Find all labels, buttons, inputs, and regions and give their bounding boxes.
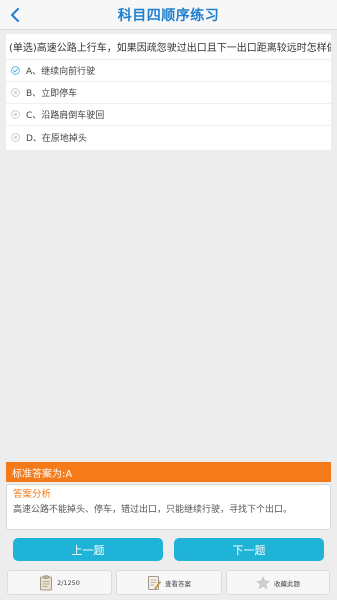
option-a[interactable]: A、继续向前行驶 xyxy=(6,60,331,82)
page-title: 科目四顺序练习 xyxy=(117,7,220,24)
clipboard-icon xyxy=(40,575,52,590)
back-chevron-icon xyxy=(11,8,19,22)
analysis-text: 高速公路不能掉头、停车，错过出口，只能继续行驶，寻找下个出口。 xyxy=(13,505,293,515)
radio-circle-icon xyxy=(11,88,20,97)
top-bar: 科目四顺序练习 xyxy=(0,0,337,30)
answer-analysis-box: 答案分析 高速公路不能掉头、停车，错过出口，只能继续行驶，寻找下个出口。 xyxy=(6,484,331,530)
back-button[interactable] xyxy=(0,0,30,30)
view-answer-label: 查看答案 xyxy=(165,579,191,588)
favorite-button[interactable]: 收藏此题 xyxy=(226,570,330,595)
option-d[interactable]: D、在原地掉头 xyxy=(6,126,331,148)
analysis-title: 答案分析 xyxy=(13,489,52,500)
option-label: B、立即停车 xyxy=(26,89,78,99)
check-circle-icon xyxy=(11,66,20,75)
edit-document-icon xyxy=(148,575,161,590)
view-answer-button[interactable]: 查看答案 xyxy=(116,570,222,595)
option-label: C、沿路肩倒车驶回 xyxy=(26,111,105,121)
progress-counter: 2/1250 xyxy=(57,578,80,587)
option-b[interactable]: B、立即停车 xyxy=(6,82,331,104)
option-c[interactable]: C、沿路肩倒车驶回 xyxy=(6,104,331,126)
question-text: (单选)高速公路上行车，如果因疏忽驶过出口且下一出口距离较远时怎样做? xyxy=(6,34,331,60)
radio-circle-icon xyxy=(11,132,20,142)
option-label: D、在原地掉头 xyxy=(26,133,87,144)
next-question-button[interactable]: 下一题 xyxy=(174,538,324,561)
question-list-button[interactable]: 2/1250 xyxy=(7,570,112,595)
radio-circle-icon xyxy=(11,110,20,119)
star-icon xyxy=(256,575,270,589)
question-card: (单选)高速公路上行车，如果因疏忽驶过出口且下一出口距离较远时怎样做? A、继续… xyxy=(6,34,331,150)
favorite-label: 收藏此题 xyxy=(274,579,300,588)
previous-question-button[interactable]: 上一题 xyxy=(13,538,163,561)
standard-answer-bar: 标准答案为:A xyxy=(6,462,331,482)
option-label: A、继续向前行驶 xyxy=(26,67,96,77)
